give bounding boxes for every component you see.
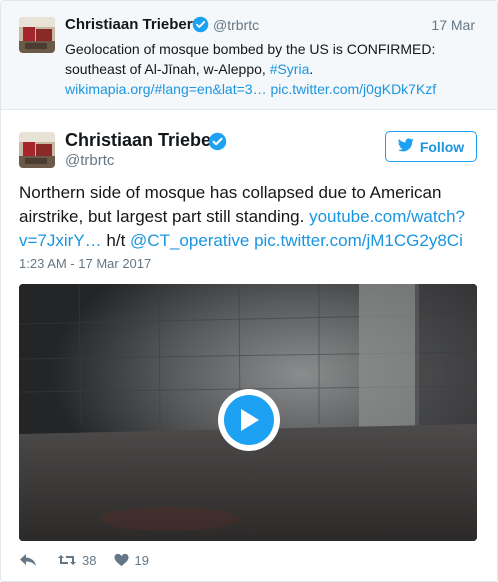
tweet-date[interactable]: 17 Mar	[431, 17, 475, 33]
tweet-actions: 38 19	[19, 550, 149, 570]
author-name[interactable]: Christiaan Triebert	[65, 16, 198, 33]
mention-link[interactable]: @CT_operative	[130, 231, 249, 250]
like-button[interactable]: 19	[114, 552, 149, 568]
parent-tweet[interactable]: Christiaan Triebert @trbrtc 17 Mar Geolo…	[1, 1, 497, 110]
avatar[interactable]	[19, 17, 55, 53]
play-icon	[224, 395, 274, 445]
verified-badge-icon	[192, 16, 209, 33]
tweet-timestamp[interactable]: 1:23 AM - 17 Mar 2017	[19, 256, 151, 271]
avatar[interactable]	[19, 132, 55, 168]
reply-icon	[19, 553, 37, 567]
retweet-count: 38	[82, 552, 97, 568]
heart-icon	[114, 553, 129, 567]
twitter-bird-icon	[397, 138, 414, 155]
wikimapia-link[interactable]: wikimapia.org/#lang=en&lat=3…	[65, 81, 267, 97]
tweet-text: Northern side of mosque has collapsed du…	[19, 181, 479, 253]
parent-tweet-text: Geolocation of mosque bombed by the US i…	[65, 39, 485, 99]
reply-button[interactable]	[19, 553, 37, 567]
tweet-text: Geolocation of mosque bombed by the US i…	[65, 41, 436, 77]
author-name[interactable]: Christiaan Triebert	[65, 130, 224, 151]
author-handle[interactable]: @trbrtc	[213, 17, 259, 33]
hat-tip: h/t	[101, 231, 131, 250]
pic-link[interactable]: pic.twitter.com/jM1CG2y8Ci	[254, 231, 463, 250]
author-handle[interactable]: @trbrtc	[65, 152, 114, 169]
retweet-icon	[57, 553, 77, 567]
punctuation: .	[309, 61, 314, 77]
like-count: 19	[134, 552, 149, 568]
play-button[interactable]	[218, 389, 280, 451]
verified-badge-icon	[208, 132, 227, 151]
hashtag-link[interactable]: #Syria	[270, 61, 310, 77]
follow-label: Follow	[419, 138, 465, 155]
pic-link[interactable]: pic.twitter.com/j0gKDk7Kzf	[270, 81, 436, 97]
follow-button[interactable]: Follow	[385, 131, 477, 162]
tweet-embed: Christiaan Triebert @trbrtc 17 Mar Geolo…	[0, 0, 498, 582]
retweet-button[interactable]: 38	[57, 553, 96, 568]
